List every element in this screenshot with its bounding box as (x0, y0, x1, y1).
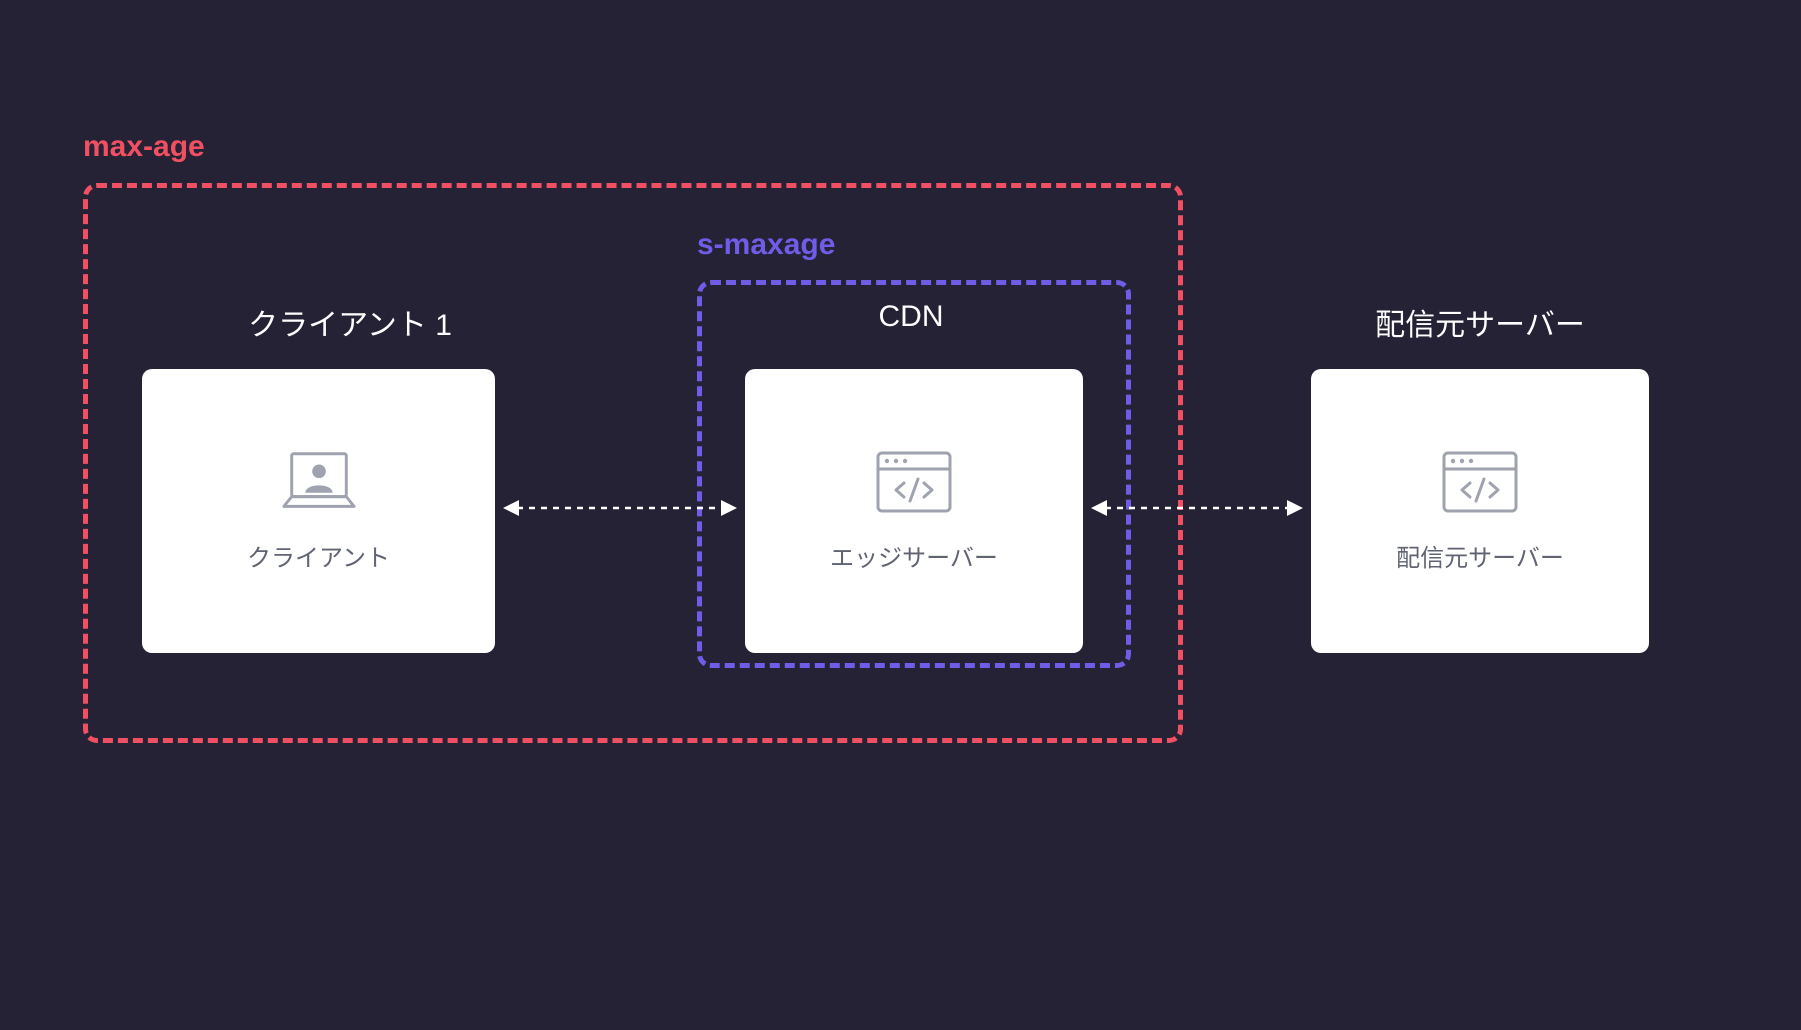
origin-server-card: 配信元サーバー (1311, 369, 1649, 653)
s-maxage-label: s-maxage (697, 228, 835, 262)
arrow-edge-origin (1091, 496, 1303, 520)
origin-section-title: 配信元サーバー (1370, 300, 1590, 344)
arrow-client-edge (503, 496, 737, 520)
browser-code-icon (874, 449, 954, 520)
browser-code-icon (1440, 449, 1520, 520)
diagram-stage: max-age s-maxage クライアント 1 CDN 配信元サーバー クラ… (0, 0, 1801, 1030)
max-age-label: max-age (83, 130, 205, 164)
client-card: クライアント (142, 369, 495, 653)
origin-card-caption: 配信元サーバー (1396, 538, 1564, 573)
client-card-caption: クライアント (247, 538, 390, 573)
laptop-icon (280, 449, 358, 520)
cdn-section-title: CDN (861, 300, 961, 334)
edge-card-caption: エッジサーバー (830, 538, 998, 573)
client-section-title: クライアント 1 (235, 300, 465, 344)
edge-server-card: エッジサーバー (745, 369, 1083, 653)
